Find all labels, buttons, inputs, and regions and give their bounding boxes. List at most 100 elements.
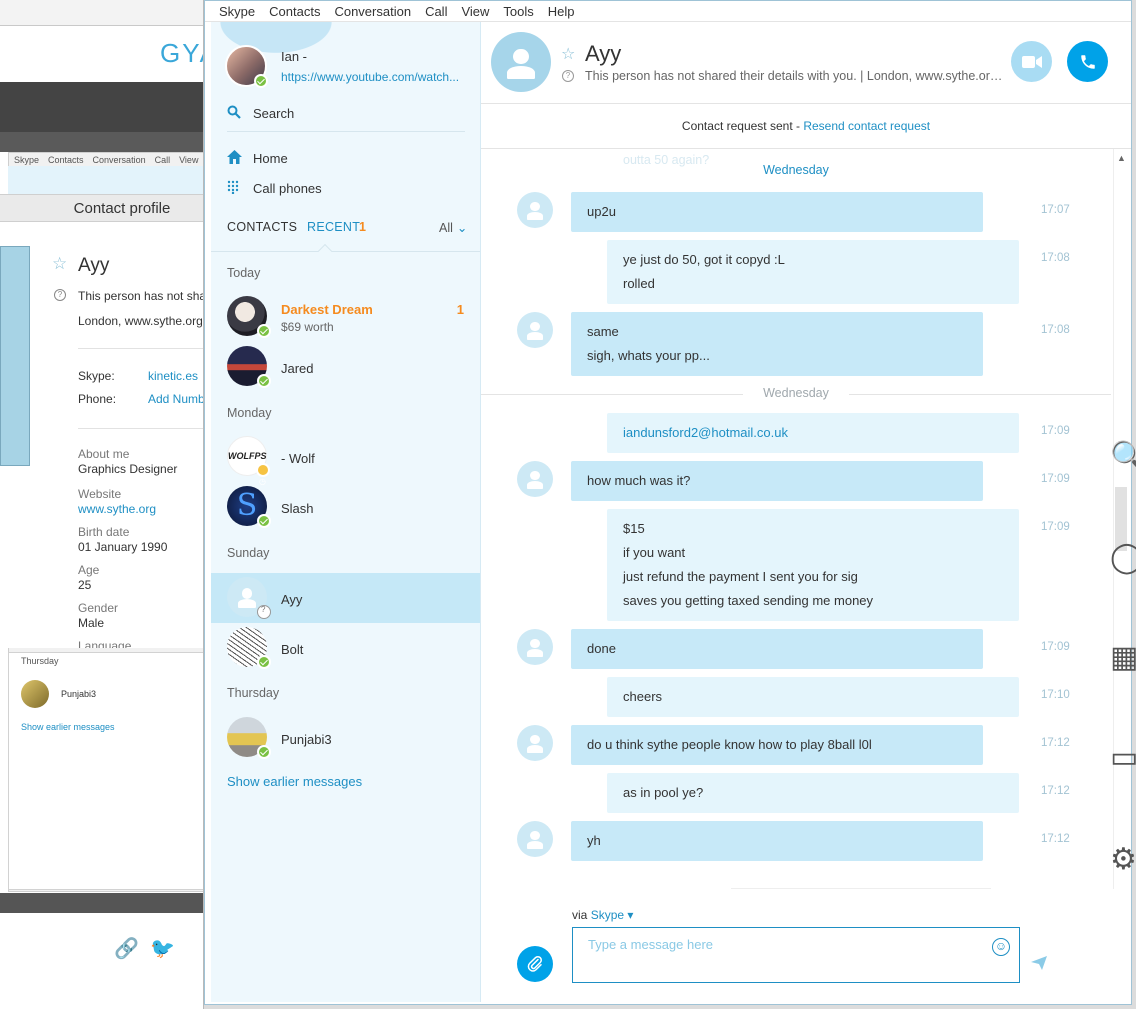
my-display-name[interactable]: Ian -	[281, 49, 307, 64]
window-icon[interactable]: ▭	[1110, 740, 1136, 775]
recent-item-slash[interactable]: S Slash	[211, 482, 480, 532]
birth-date-label: Birth date	[78, 525, 130, 539]
message-text: $15	[623, 521, 645, 536]
message-timestamp: 17:12	[1041, 737, 1070, 749]
message-timestamp: 17:09	[1041, 425, 1070, 437]
contact-name: Bolt	[281, 642, 304, 657]
message-bubble[interactable]: done	[571, 629, 983, 669]
scroll-up-arrow-icon[interactable]: ▲	[1117, 153, 1126, 163]
search-button[interactable]: Search	[227, 102, 294, 124]
day-separator: Wednesday	[763, 163, 829, 177]
message-bubble[interactable]: as in pool ye?	[607, 773, 1019, 813]
filter-dropdown[interactable]: All ⌄	[439, 220, 467, 235]
menu-view[interactable]: View	[454, 1, 496, 22]
unread-count-badge: 1	[456, 302, 464, 317]
recent-item-jared[interactable]: Jared	[211, 342, 480, 392]
avatar: S	[227, 486, 271, 528]
message-text: same	[587, 324, 619, 339]
search-icon	[227, 105, 253, 122]
message-bubble[interactable]: do u think sythe people know how to play…	[571, 725, 983, 765]
message-compose-box[interactable]	[572, 927, 1020, 983]
sender-avatar[interactable]	[517, 192, 553, 228]
day-separator: Wednesday	[481, 386, 1111, 400]
message-bubble[interactable]: ye just do 50, got it copyd :L rolled	[607, 240, 1019, 304]
chain-icon[interactable]: ◯	[1110, 540, 1136, 575]
question-icon: ?	[54, 289, 66, 301]
resend-contact-request-link[interactable]: Resend contact request	[803, 119, 930, 133]
contact-description: This person has not shared their details…	[585, 69, 1005, 83]
website-link[interactable]: www.sythe.org	[78, 502, 156, 516]
background-site-logo: GYA	[160, 38, 203, 68]
menu-skype[interactable]: Skype	[205, 1, 262, 22]
message-timestamp: 17:10	[1041, 689, 1070, 701]
message-input[interactable]	[588, 937, 978, 952]
skype-id-link[interactable]: kinetic.es	[148, 369, 198, 383]
message-bubble[interactable]: yh	[571, 821, 983, 861]
message-timestamp: 17:12	[1041, 785, 1070, 797]
sender-avatar[interactable]	[517, 629, 553, 665]
send-via-selector[interactable]: via Skype ▾	[572, 908, 633, 922]
sender-avatar[interactable]	[517, 821, 553, 857]
menu-help[interactable]: Help	[541, 1, 582, 22]
call-phones-nav-item[interactable]: Call phones	[227, 177, 322, 199]
audio-call-button[interactable]	[1067, 41, 1108, 82]
home-nav-item[interactable]: Home	[227, 147, 288, 169]
chevron-down-icon: ▾	[624, 908, 634, 922]
favorite-star-icon[interactable]: ☆	[52, 254, 67, 274]
menu-conversation[interactable]: Conversation	[327, 1, 418, 22]
message-text: yh	[587, 833, 601, 848]
message-bubble[interactable]: up2u	[571, 192, 983, 232]
recent-item-ayy[interactable]: Ayy	[211, 573, 480, 623]
online-status-icon	[257, 514, 271, 528]
dialpad-icon	[227, 180, 253, 197]
contact-tabs: CONTACTS RECENT 1 All ⌄	[227, 220, 471, 238]
recent-item-darkest-dream[interactable]: Darkest Dream $69 worth 1	[211, 292, 480, 342]
link-icon[interactable]: 🔗	[114, 938, 139, 960]
contact-avatar[interactable]	[491, 32, 551, 92]
bg-show-earlier-link[interactable]: Show earlier messages	[21, 722, 115, 732]
profile-status-note: This person has not sha	[78, 289, 204, 303]
menu-contacts[interactable]: Contacts	[262, 1, 327, 22]
menu-call[interactable]: Call	[418, 1, 454, 22]
age-value: 25	[78, 578, 92, 592]
conversation-title[interactable]: Ayy	[585, 41, 621, 67]
social-share-icons: 🔗 🐦	[114, 936, 175, 961]
attach-file-button[interactable]	[517, 946, 553, 982]
message-bubble[interactable]: $15 if you want just refund the payment I …	[607, 509, 1019, 621]
recent-item-wolf[interactable]: WOLFPS - Wolf	[211, 432, 480, 482]
recent-item-bolt[interactable]: Bolt	[211, 623, 480, 673]
profile-location: London, www.sythe.org	[78, 314, 203, 328]
window-icon[interactable]: ▦	[1110, 640, 1136, 675]
search-label: Search	[253, 105, 295, 121]
my-avatar[interactable]	[225, 45, 268, 88]
menu-tools[interactable]: Tools	[496, 1, 540, 22]
star-icon[interactable]: ☆	[561, 44, 575, 64]
chevron-down-icon: ⌄	[456, 221, 468, 235]
message-history[interactable]: outta 50 again? Wednesday up2u 17:07 ye …	[481, 149, 1131, 889]
message-bubble[interactable]: cheers	[607, 677, 1019, 717]
background-subheader-bar	[0, 132, 203, 152]
add-number-link[interactable]: Add Numb	[148, 392, 203, 406]
sender-avatar[interactable]	[517, 461, 553, 497]
sender-avatar[interactable]	[517, 312, 553, 348]
contact-name: - Wolf	[281, 451, 315, 466]
emoji-icon[interactable]: ☺	[992, 938, 1010, 956]
background-skype-menu: Skype Contacts Conversation Call View	[14, 155, 203, 165]
email-link[interactable]: iandunsford2@hotmail.co.uk	[623, 421, 1003, 445]
default-avatar-icon	[227, 577, 271, 619]
twitter-icon[interactable]: 🐦	[150, 936, 175, 960]
magnifier-icon[interactable]: 🔍	[1110, 440, 1136, 475]
gear-icon[interactable]: ⚙	[1110, 842, 1136, 877]
tab-recent[interactable]: RECENT	[307, 220, 360, 234]
sender-avatar[interactable]	[517, 725, 553, 761]
show-earlier-messages-link[interactable]: Show earlier messages	[227, 774, 362, 789]
message-bubble[interactable]: iandunsford2@hotmail.co.uk	[607, 413, 1019, 453]
recent-item-punjabi3[interactable]: Punjabi3	[211, 713, 480, 763]
tab-contacts[interactable]: CONTACTS	[227, 220, 297, 234]
my-mood-message[interactable]: https://www.youtube.com/watch...	[281, 70, 466, 84]
send-icon[interactable]	[1031, 956, 1047, 975]
message-bubble[interactable]: same sigh, whats your pp...	[571, 312, 983, 376]
video-call-button[interactable]	[1011, 41, 1052, 82]
message-bubble[interactable]: how much was it?	[571, 461, 983, 501]
message-text: if you want	[623, 545, 686, 560]
